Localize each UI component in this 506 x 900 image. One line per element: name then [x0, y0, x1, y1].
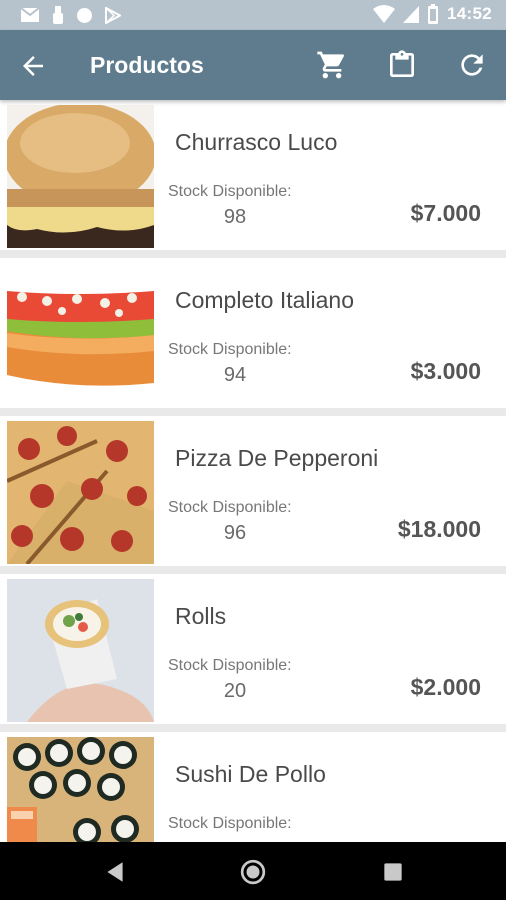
stock-value: 96: [223, 522, 247, 544]
play-store-icon: [105, 6, 121, 24]
stock-label: Stock Disponible:: [168, 815, 292, 832]
stock-value: 94: [223, 364, 247, 386]
product-card[interactable]: Churrasco Luco Stock Disponible: 98 $7.0…: [0, 100, 506, 250]
back-triangle-icon[interactable]: [102, 859, 128, 885]
product-image-rolls: [7, 579, 154, 722]
stock-value: 20: [223, 680, 247, 702]
product-card[interactable]: Pizza De Pepperoni Stock Disponible: 96 …: [0, 416, 506, 566]
product-name: Rolls: [175, 603, 227, 629]
product-image-churrasco: [7, 105, 154, 248]
product-name: Sushi De Pollo: [175, 761, 326, 787]
stock-label: Stock Disponible:: [168, 183, 292, 200]
product-image-completo: [7, 263, 154, 406]
status-right-icons: 14:52: [373, 4, 492, 24]
status-bar: 14:52: [0, 0, 506, 30]
product-image-pizza: [7, 421, 154, 564]
circle-icon: [77, 7, 92, 23]
battery-icon: [428, 4, 439, 24]
back-arrow-icon[interactable]: [18, 51, 48, 81]
stock-label: Stock Disponible:: [168, 341, 292, 358]
stock-label: Stock Disponible:: [168, 499, 292, 516]
stock-value: 98: [223, 206, 247, 228]
product-price: $2.000: [410, 674, 481, 700]
usb-icon: [53, 6, 63, 24]
mail-icon: [20, 7, 40, 22]
app-toolbar: Productos: [0, 30, 506, 100]
cart-icon[interactable]: [316, 49, 348, 81]
home-circle-icon[interactable]: [240, 859, 266, 885]
product-name: Churrasco Luco: [175, 129, 338, 155]
status-left-icons: [20, 6, 121, 24]
system-nav-bar: [0, 842, 506, 900]
product-price: $7.000: [410, 200, 481, 226]
stock-label: Stock Disponible:: [168, 657, 292, 674]
recents-square-icon[interactable]: [380, 859, 406, 885]
product-card[interactable]: Completo Italiano Stock Disponible: 94 $…: [0, 258, 506, 408]
product-name: Pizza De Pepperoni: [175, 445, 379, 471]
product-list[interactable]: Churrasco Luco Stock Disponible: 98 $7.0…: [0, 100, 506, 842]
product-price: $3.000: [410, 358, 481, 384]
product-name: Completo Italiano: [175, 287, 354, 313]
product-card[interactable]: Rolls Stock Disponible: 20 $2.000: [0, 574, 506, 724]
page-title: Productos: [90, 52, 204, 78]
clipboard-icon[interactable]: [386, 49, 418, 81]
signal-icon: [403, 5, 420, 23]
refresh-icon[interactable]: [456, 49, 488, 81]
clock: 14:52: [447, 4, 492, 23]
product-image-sushi: [7, 737, 154, 842]
wifi-icon: [373, 5, 396, 23]
product-card[interactable]: Sushi De Pollo Stock Disponible:: [0, 732, 506, 842]
product-price: $18.000: [397, 516, 481, 542]
